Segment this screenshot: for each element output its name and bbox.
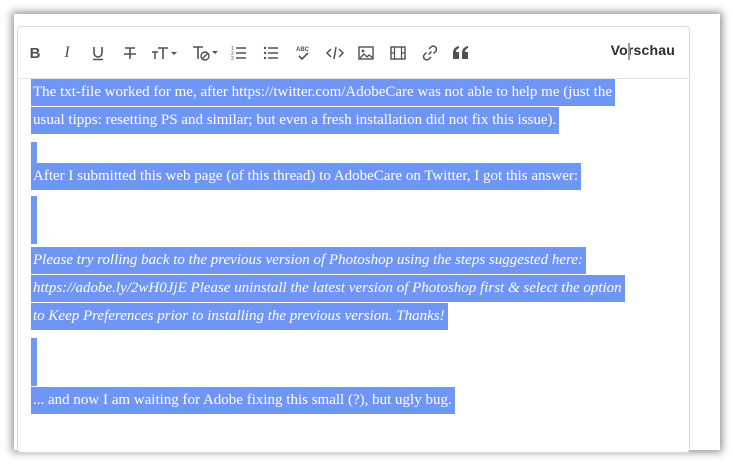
code-icon bbox=[326, 46, 344, 60]
svg-text:3: 3 bbox=[231, 56, 234, 61]
quote-line: https://adobe.ly/2wH0JjE Please uninstal… bbox=[31, 275, 625, 302]
quote-button[interactable] bbox=[450, 41, 472, 65]
strikethrough-icon bbox=[124, 47, 136, 59]
empty-line bbox=[31, 338, 37, 362]
paragraph-line: After I submitted this web page (of this… bbox=[31, 163, 582, 190]
bold-icon: B bbox=[29, 44, 41, 62]
paragraph-line: The txt-file worked for me, after https:… bbox=[31, 79, 616, 106]
empty-line bbox=[31, 220, 37, 244]
underline-icon bbox=[93, 47, 103, 61]
paragraph-line: ... and now I am waiting for Adobe fixin… bbox=[31, 387, 455, 414]
editor-toolbar: B I 1 2 3 ABC Vorschau bbox=[18, 27, 689, 79]
empty-line bbox=[31, 362, 37, 386]
video-icon bbox=[390, 46, 406, 60]
clear-format-button[interactable] bbox=[190, 41, 222, 65]
strikethrough-button[interactable] bbox=[121, 41, 139, 65]
italic-button[interactable]: I bbox=[58, 41, 76, 65]
underline-button[interactable] bbox=[89, 41, 107, 65]
clear-format-icon bbox=[193, 46, 218, 61]
quote-line: to Keep Preferences prior to installing … bbox=[31, 303, 448, 330]
text-size-button[interactable] bbox=[150, 41, 180, 65]
quote-line: Please try rolling back to the previous … bbox=[31, 247, 586, 274]
spellcheck-button[interactable]: ABC bbox=[293, 41, 313, 65]
preview-label: Vorschau bbox=[610, 42, 675, 58]
video-button[interactable] bbox=[388, 41, 408, 65]
numbered-list-button[interactable]: 1 2 3 bbox=[229, 41, 249, 65]
bulleted-list-button[interactable] bbox=[261, 41, 281, 65]
text-size-icon bbox=[152, 47, 177, 59]
bold-button[interactable]: B bbox=[26, 41, 44, 65]
code-button[interactable] bbox=[324, 41, 346, 65]
numbered-list-icon: 1 2 3 bbox=[231, 46, 246, 61]
quote-icon bbox=[453, 46, 468, 59]
image-button[interactable] bbox=[356, 41, 376, 65]
svg-text:ABC: ABC bbox=[296, 47, 310, 53]
paragraph-line: usual tipps: resetting PS and similar; b… bbox=[31, 107, 560, 134]
link-icon bbox=[422, 45, 438, 61]
link-button[interactable] bbox=[419, 41, 441, 65]
preview-tab[interactable]: Vorschau bbox=[610, 42, 675, 60]
empty-line bbox=[31, 196, 37, 220]
italic-icon: I bbox=[64, 44, 70, 61]
spellcheck-icon: ABC bbox=[296, 47, 310, 61]
bulleted-list-icon bbox=[263, 46, 278, 60]
rich-text-editor: B I 1 2 3 ABC Vorschau The txt-file work… bbox=[17, 26, 690, 453]
mouse-cursor bbox=[627, 43, 630, 60]
image-icon bbox=[358, 46, 374, 60]
